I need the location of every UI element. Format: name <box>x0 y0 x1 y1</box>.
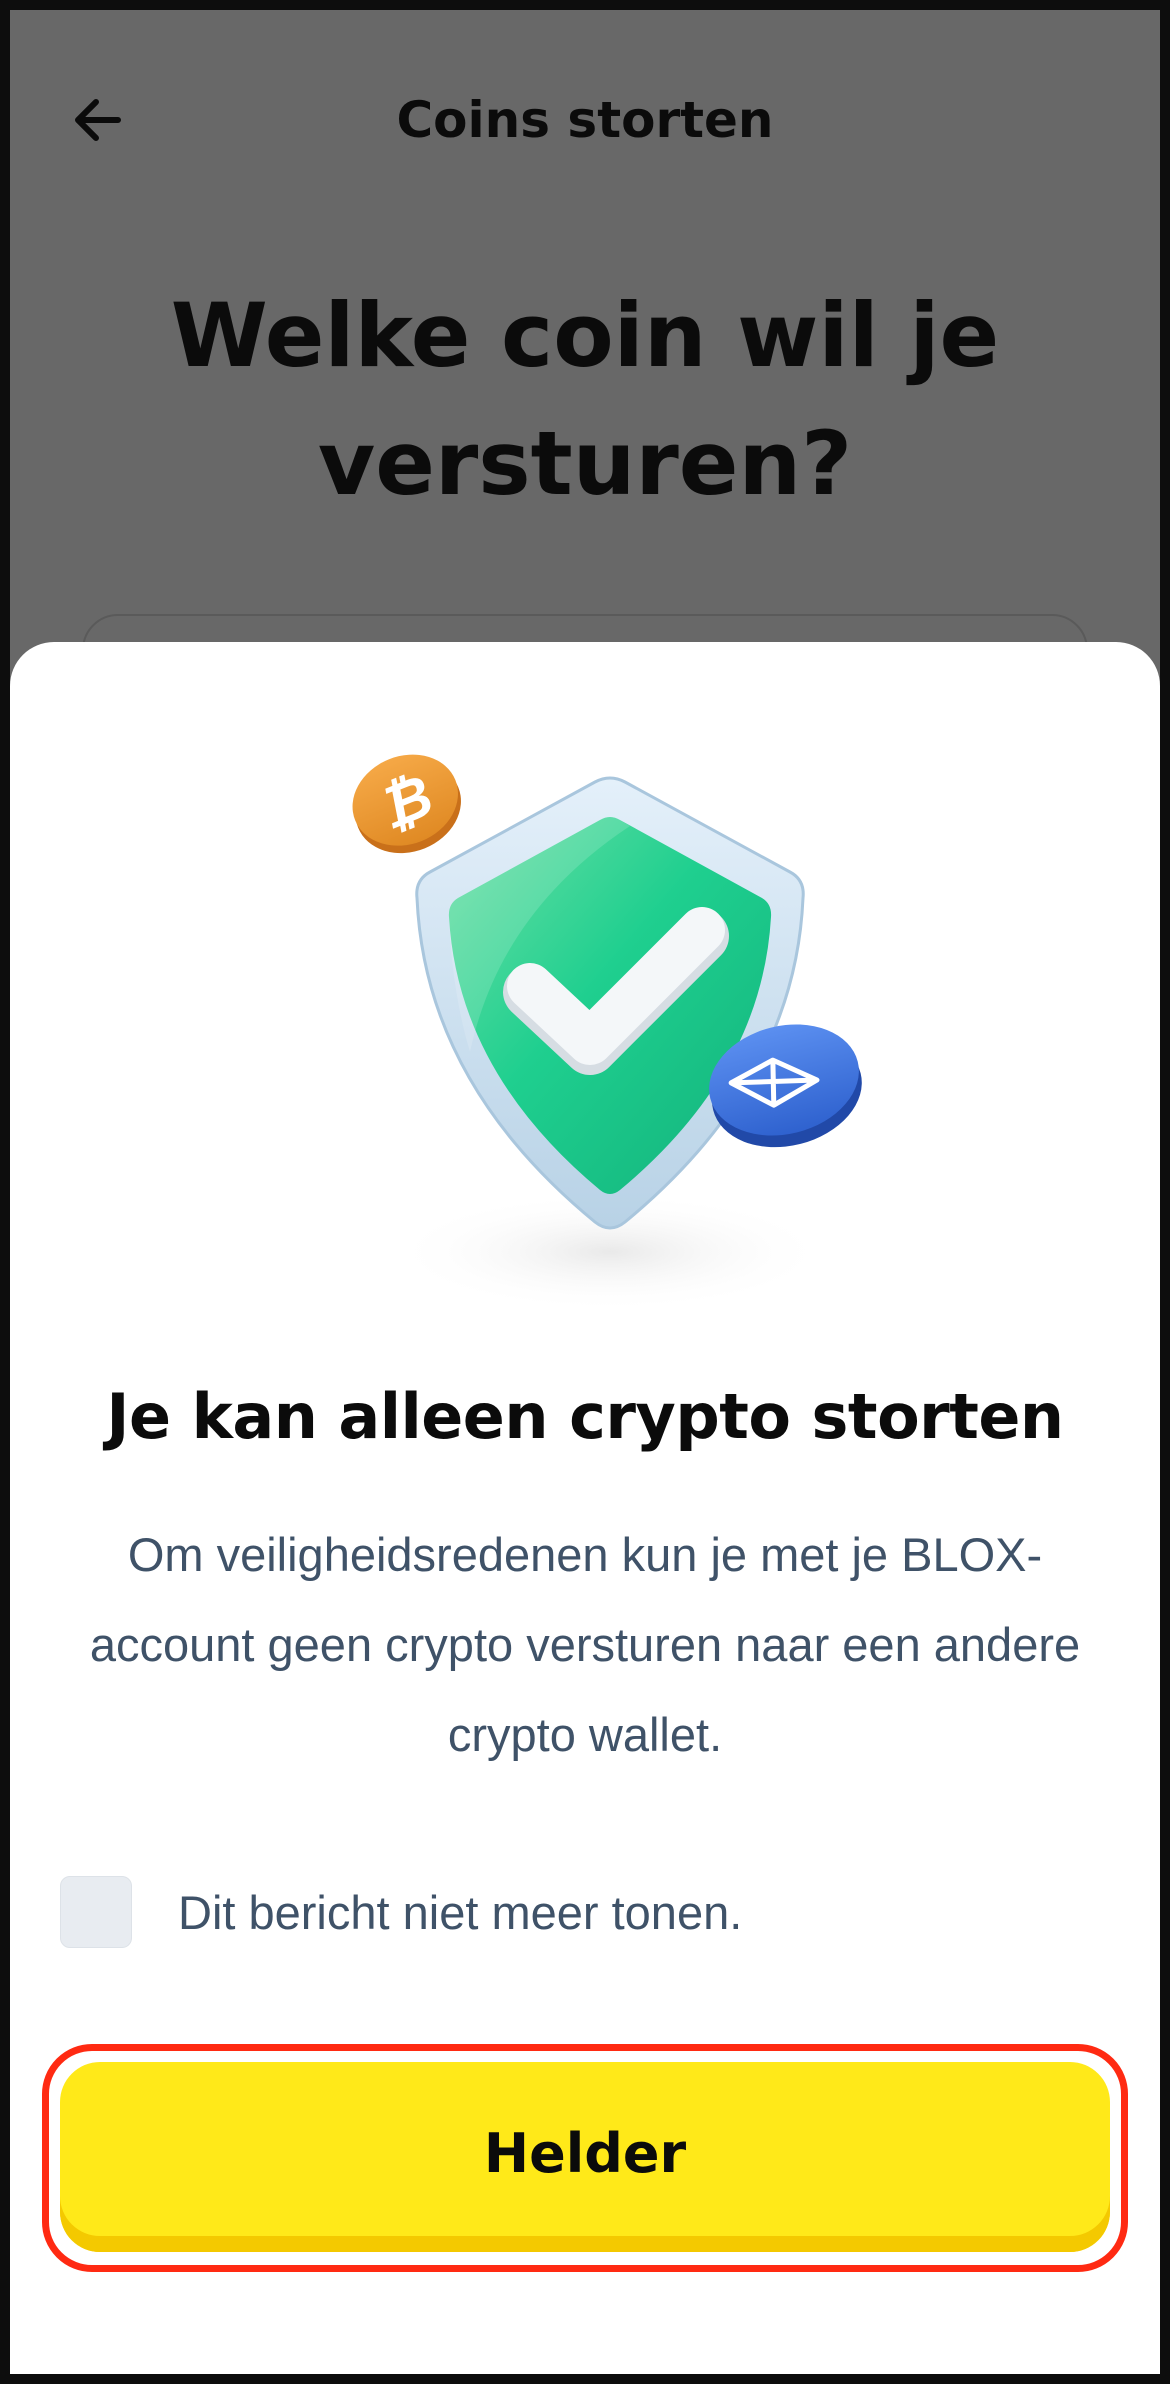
dont-show-again-label[interactable]: Dit bericht niet meer tonen. <box>178 1885 742 1940</box>
dont-show-again-checkbox[interactable] <box>60 1876 132 1948</box>
dont-show-again-row[interactable]: Dit bericht niet meer tonen. <box>60 1872 742 1952</box>
confirm-button-label: Helder <box>483 2121 687 2185</box>
confirm-button[interactable]: Helder <box>60 2062 1110 2252</box>
phone-screen: Coins storten Welke coin wil je versture… <box>0 0 1170 2384</box>
sheet-title: Je kan alleen crypto storten <box>106 1380 1064 1453</box>
page-title: Coins storten <box>396 91 774 149</box>
bitcoin-coin-icon: ₿ <box>352 754 461 854</box>
bottom-sheet: ₿ Je kan alleen crypto storten Om veilig… <box>10 642 1160 2374</box>
shield-checkmark-icon: ₿ <box>352 754 862 1312</box>
sheet-message: Om veiligheidsredenen kun je met je BLOX… <box>89 1528 1081 1761</box>
page-heading: Welke coin wil je versturen? <box>170 284 1000 515</box>
top-bar: Coins storten <box>10 50 1160 180</box>
